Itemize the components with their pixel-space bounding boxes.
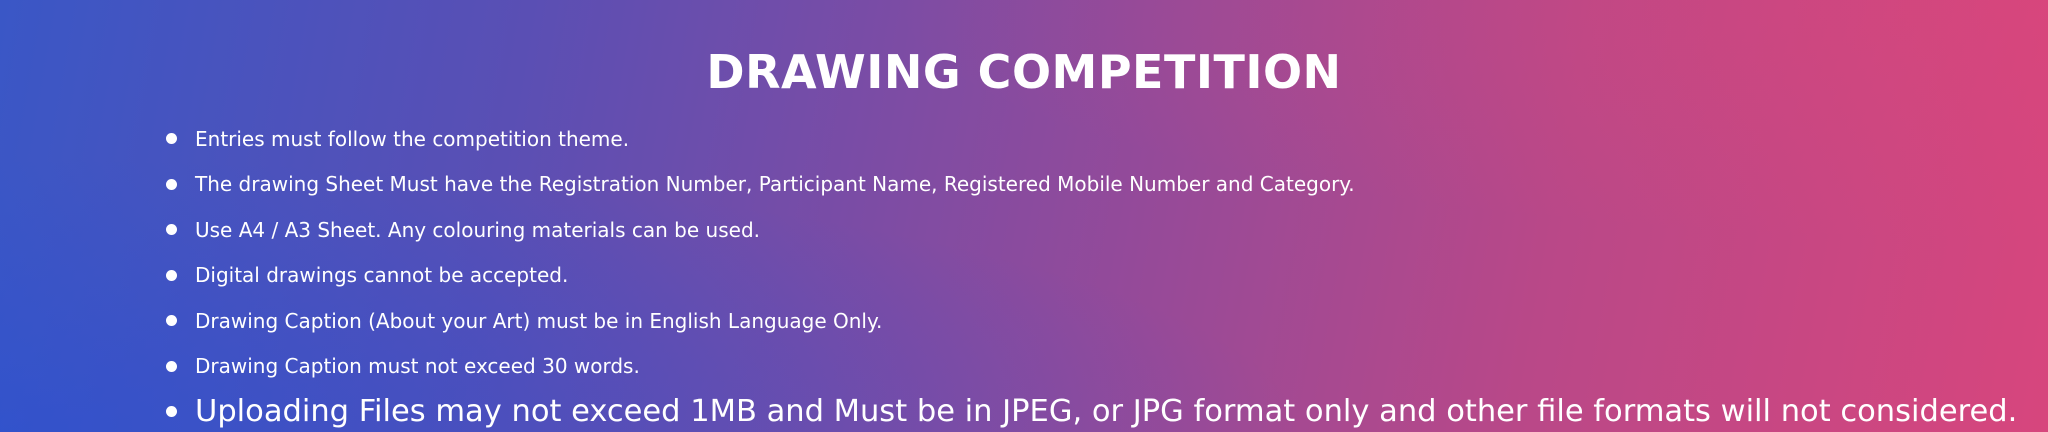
rule-text: Use A4 / A3 Sheet. Any colouring materia…	[195, 217, 760, 242]
bullet-icon	[166, 269, 177, 281]
rules-list: Entries must follow the competition them…	[166, 116, 2017, 432]
rule-item: Entries must follow the competition them…	[166, 116, 2017, 162]
bullet-icon	[166, 360, 177, 372]
rule-text: Entries must follow the competition them…	[195, 126, 630, 151]
bullet-icon	[166, 224, 177, 236]
rule-item: Digital drawings cannot be accepted.	[166, 253, 2017, 299]
page-title: DRAWING COMPETITION	[706, 44, 1342, 99]
rule-item: Drawing Caption (About your Art) must be…	[166, 298, 2017, 344]
bullet-icon	[166, 178, 177, 190]
rule-text: Drawing Caption must not exceed 30 words…	[195, 354, 640, 379]
bullet-icon	[166, 315, 177, 327]
rule-text: Digital drawings cannot be accepted.	[195, 263, 569, 288]
rule-text: Uploading Files may not exceed 1MB and M…	[195, 394, 2018, 430]
rule-text: Drawing Caption (About your Art) must be…	[195, 308, 883, 333]
bullet-icon	[166, 406, 177, 418]
rule-item: Drawing Caption must not exceed 30 words…	[166, 344, 2017, 390]
rule-item: The drawing Sheet Must have the Registra…	[166, 162, 2017, 208]
rule-text: The drawing Sheet Must have the Registra…	[195, 172, 1355, 197]
bullet-icon	[166, 133, 177, 145]
rule-item: Use A4 / A3 Sheet. Any colouring materia…	[166, 207, 2017, 253]
competition-banner: DRAWING COMPETITION Entries must follow …	[0, 0, 2048, 432]
rule-item: Uploading Files may not exceed 1MB and M…	[166, 389, 2017, 432]
